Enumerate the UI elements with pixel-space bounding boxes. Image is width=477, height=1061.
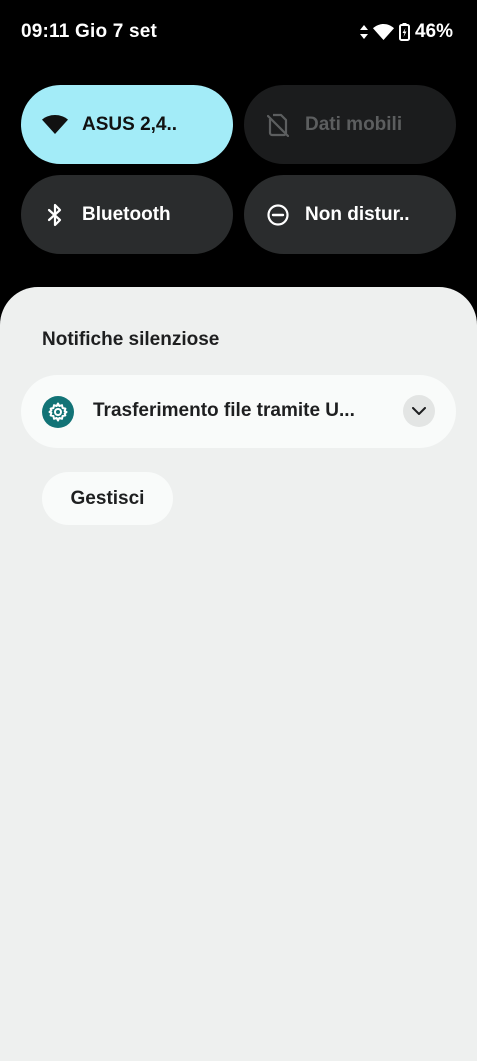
notification-shade-screen: 09:11 Gio 7 set 46% ASUS 2,4.. Dati mobi…	[0, 0, 477, 1061]
status-clock: 09:11 Gio 7 set	[21, 21, 157, 43]
status-date: Gio 7 set	[75, 21, 158, 42]
bluetooth-icon	[41, 201, 69, 229]
notification-title: Trasferimento file tramite U...	[93, 400, 355, 421]
battery-charging-icon	[398, 23, 410, 41]
chevron-down-icon	[412, 406, 426, 415]
no-sim-icon	[264, 111, 292, 139]
status-icons: 46%	[359, 21, 453, 43]
status-bar: 09:11 Gio 7 set 46%	[0, 0, 477, 66]
expand-notification-button[interactable]	[403, 395, 435, 427]
quick-tile-mobile-data-label: Dati mobili	[305, 113, 403, 135]
quick-tile-do-not-disturb-label: Non distur..	[305, 203, 410, 225]
quick-tile-wifi[interactable]: ASUS 2,4..	[21, 85, 233, 164]
status-time: 09:11	[21, 21, 70, 42]
quick-tile-bluetooth[interactable]: Bluetooth	[21, 175, 233, 254]
quick-tile-bluetooth-label: Bluetooth	[82, 203, 171, 225]
do-not-disturb-icon	[264, 201, 292, 229]
notification-panel[interactable]: Notifiche silenziose Trasferimento file …	[0, 287, 477, 1061]
notification-usb-transfer[interactable]: Trasferimento file tramite U...	[21, 375, 456, 448]
quick-tile-do-not-disturb[interactable]: Non distur..	[244, 175, 456, 254]
battery-percent: 46%	[414, 21, 453, 42]
manage-notifications-button[interactable]: Gestisci	[42, 472, 173, 525]
quick-tile-wifi-label: ASUS 2,4..	[82, 113, 178, 135]
quick-tile-mobile-data[interactable]: Dati mobili	[244, 85, 456, 164]
data-activity-icon	[359, 25, 368, 39]
wifi-icon	[372, 24, 394, 40]
silent-notifications-header: Notifiche silenziose	[42, 329, 220, 350]
settings-gear-icon	[42, 396, 74, 428]
wifi-icon	[41, 111, 69, 139]
